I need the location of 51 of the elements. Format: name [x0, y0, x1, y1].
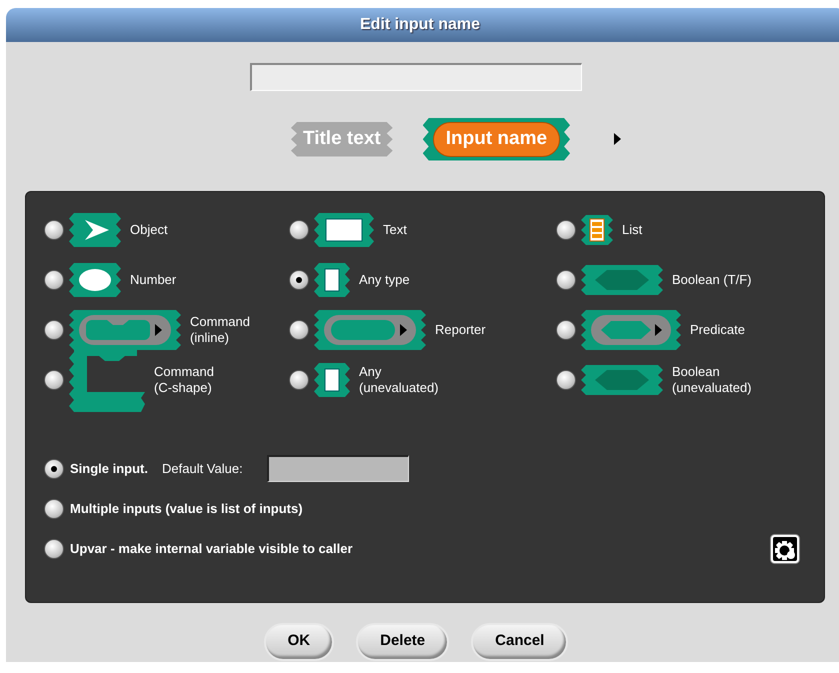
rectangle-slot-icon	[314, 362, 350, 396]
radio-button[interactable]	[44, 320, 64, 340]
type-label: Boolean (unevaluated)	[672, 364, 752, 396]
rectangle-slot-icon	[314, 262, 350, 296]
name-field[interactable]	[250, 63, 582, 91]
expand-arrow-icon[interactable]	[614, 133, 622, 146]
radio-button[interactable]	[289, 320, 309, 340]
type-label: Boolean (T/F)	[672, 272, 752, 288]
radio-button[interactable]	[289, 220, 309, 240]
dialog-button[interactable]: OK	[264, 622, 334, 660]
default-value-label: Default Value:	[162, 460, 243, 478]
reporter-slot-icon	[314, 310, 426, 350]
type-label: Reporter	[435, 322, 486, 338]
dialog-button[interactable]: Cancel	[471, 622, 568, 660]
type-label: Any (unevaluated)	[359, 364, 438, 396]
hexagon-slot-icon	[581, 364, 663, 394]
radio-button[interactable]	[44, 498, 64, 518]
dialog-button[interactable]: Delete	[356, 622, 450, 660]
radio-button[interactable]	[44, 458, 64, 478]
type-label: Command (C-shape)	[154, 364, 214, 396]
hexagon-slot-icon	[581, 264, 663, 294]
type-label: Any type	[359, 272, 410, 288]
radio-button[interactable]	[44, 220, 64, 240]
radio-button[interactable]	[44, 538, 64, 558]
oval-slot-icon	[69, 262, 121, 296]
input-mode-label: Single input.	[70, 460, 148, 478]
predicate-slot-icon	[581, 310, 681, 350]
window-title: Edit input name	[360, 15, 480, 35]
type-label: Object	[130, 222, 168, 238]
arrow-slot-icon	[69, 212, 121, 246]
settings-icon[interactable]	[770, 534, 800, 564]
radio-button[interactable]	[44, 370, 64, 390]
type-label: Number	[130, 272, 176, 288]
command-slot-icon	[69, 310, 181, 350]
c-shape-slot-icon	[69, 348, 145, 412]
radio-button[interactable]	[289, 270, 309, 290]
type-label: Command (inline)	[190, 314, 250, 346]
input-mode-label: Multiple inputs (value is list of inputs)	[70, 500, 303, 518]
text-slot-icon	[314, 212, 374, 246]
radio-button[interactable]	[44, 270, 64, 290]
default-value-field[interactable]	[266, 455, 409, 482]
radio-button[interactable]	[556, 370, 576, 390]
list-slot-icon	[581, 214, 613, 244]
type-label: Predicate	[690, 322, 745, 338]
radio-button[interactable]	[556, 270, 576, 290]
type-label: Text	[383, 222, 407, 238]
type-label: List	[622, 222, 642, 238]
radio-button[interactable]	[556, 320, 576, 340]
radio-button[interactable]	[289, 370, 309, 390]
radio-button[interactable]	[556, 220, 576, 240]
input-mode-label: Upvar - make internal variable visible to caller	[70, 540, 353, 558]
